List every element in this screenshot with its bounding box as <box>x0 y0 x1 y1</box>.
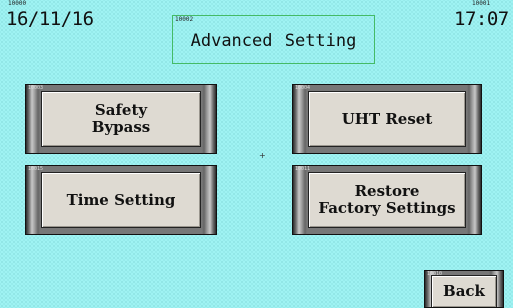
time-setting-label: Time Setting <box>41 172 201 228</box>
back-label: Back <box>431 275 497 307</box>
restore-factory-settings-button[interactable]: 10011 Restore Factory Settings <box>292 165 482 235</box>
restore-factory-label: Restore Factory Settings <box>308 172 466 228</box>
page-title-box: 10002 Advanced Setting <box>172 15 375 64</box>
time-display: 17:07 <box>454 8 509 30</box>
uht-reset-button[interactable]: 10004 UHT Reset <box>292 84 482 154</box>
safety-bypass-button[interactable]: 10003 Safety Bypass <box>25 84 217 154</box>
uht-reset-label: UHT Reset <box>308 91 466 147</box>
time-id-label: 10001 <box>472 0 491 7</box>
center-marker: + <box>259 151 266 160</box>
back-button[interactable]: 10010 Back <box>424 270 504 308</box>
page-title: Advanced Setting <box>190 31 357 51</box>
time-setting-button[interactable]: 10015 Time Setting <box>25 165 217 235</box>
safety-bypass-label: Safety Bypass <box>41 91 201 147</box>
date-display: 16/11/16 <box>6 8 94 30</box>
title-id-label: 10002 <box>175 16 194 23</box>
date-id-label: 10000 <box>8 0 27 7</box>
